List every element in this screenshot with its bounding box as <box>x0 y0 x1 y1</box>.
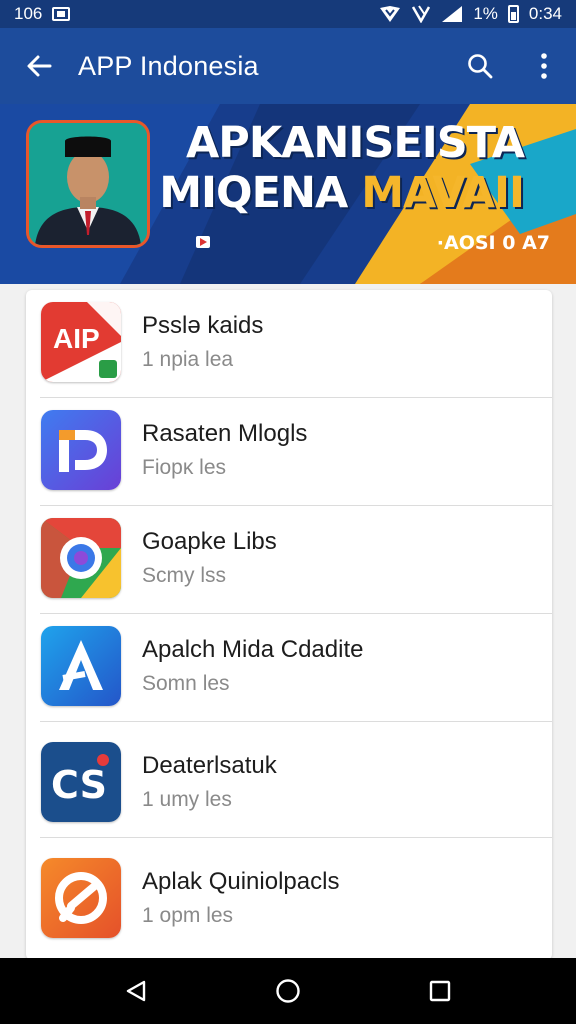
app-name: Aplak Quiniolpacls <box>142 868 340 895</box>
aip-icon: AIP <box>41 302 121 382</box>
banner-code: ·AOSI 0 A7 <box>436 232 550 254</box>
status-time-left: 106 <box>14 4 43 23</box>
status-clock: 0:34 <box>528 4 562 23</box>
app-name: Goapke Libs <box>142 528 277 555</box>
app-list-item[interactable]: AIP Psslə kaids 1 npia lea <box>26 290 552 398</box>
nav-back-button[interactable] <box>106 961 166 1021</box>
a-logo-icon <box>41 626 121 706</box>
app-subtitle: Fiopκ les <box>142 456 227 479</box>
overflow-menu-button[interactable] <box>512 28 576 104</box>
search-icon <box>468 54 493 79</box>
search-button[interactable] <box>448 28 512 104</box>
signal-icon <box>442 6 463 22</box>
portrait-image <box>26 120 150 248</box>
arrow-back-icon <box>27 55 52 77</box>
pd-icon <box>41 410 121 490</box>
system-nav-bar <box>0 958 576 1024</box>
app-list-item[interactable]: Rasaten Mlogls Fiopκ les <box>26 398 552 506</box>
app-name: Apalch Mida Cdadite <box>142 636 364 663</box>
svg-text:AIP: AIP <box>53 323 100 354</box>
back-button[interactable] <box>0 28 78 104</box>
divider <box>40 837 552 838</box>
page-title: APP Indonesia <box>78 50 259 81</box>
battery-percent: 1% <box>473 4 498 23</box>
app-subtitle: 1 opm les <box>142 904 234 927</box>
circle-home-icon <box>276 979 300 1003</box>
cs-icon: CS <box>41 742 121 822</box>
vpn-shield-icon <box>380 6 401 22</box>
status-bar: 106 1% 0:34 <box>0 0 576 28</box>
banner-headline-2: MIQENA MAVAII <box>159 168 525 218</box>
chrome-like-icon <box>41 518 121 598</box>
app-list-item[interactable]: Aplak Quiniolpacls 1 opm les <box>26 846 552 954</box>
svg-text:CS: CS <box>51 763 107 807</box>
app-list-item[interactable]: Apalch Mida Cdadite Somn les <box>26 614 552 722</box>
app-bar: APP Indonesia <box>0 28 576 104</box>
nav-recents-button[interactable] <box>410 961 470 1021</box>
battery-icon <box>507 5 519 23</box>
more-vert-icon <box>541 53 547 79</box>
app-list: AIP Psslə kaids 1 npia lea Rasaten Mlogl… <box>26 290 552 960</box>
app-name: Deaterlsatuk <box>142 752 277 779</box>
orange-c-icon <box>41 858 121 938</box>
play-badge-icon <box>196 236 210 248</box>
wifi-off-icon <box>412 5 431 23</box>
promo-banner[interactable]: APKANISEISTA MIQENA MAVAII ·AOSI 0 A7 <box>0 104 576 284</box>
banner-headline-1: APKANISEISTA <box>186 118 525 168</box>
triangle-back-icon <box>126 980 146 1002</box>
app-name: Psslə kaids <box>142 312 264 339</box>
banner-headline-2-main: MIQENA <box>159 168 362 218</box>
app-subtitle: 1 umy les <box>142 788 232 811</box>
screenshot-icon <box>52 7 71 21</box>
app-subtitle: 1 npia lea <box>142 348 234 371</box>
app-list-item[interactable]: CS Deaterlsatuk 1 umy les <box>26 730 552 838</box>
banner-headline-2-accent: MAVAII <box>361 168 525 218</box>
square-recents-icon <box>429 980 451 1002</box>
app-list-item[interactable]: Goapke Libs Scmy lss <box>26 506 552 614</box>
nav-home-button[interactable] <box>258 961 318 1021</box>
divider <box>40 721 552 722</box>
app-subtitle: Somn les <box>142 672 230 695</box>
app-name: Rasaten Mlogls <box>142 420 308 447</box>
app-subtitle: Scmy lss <box>142 564 226 587</box>
